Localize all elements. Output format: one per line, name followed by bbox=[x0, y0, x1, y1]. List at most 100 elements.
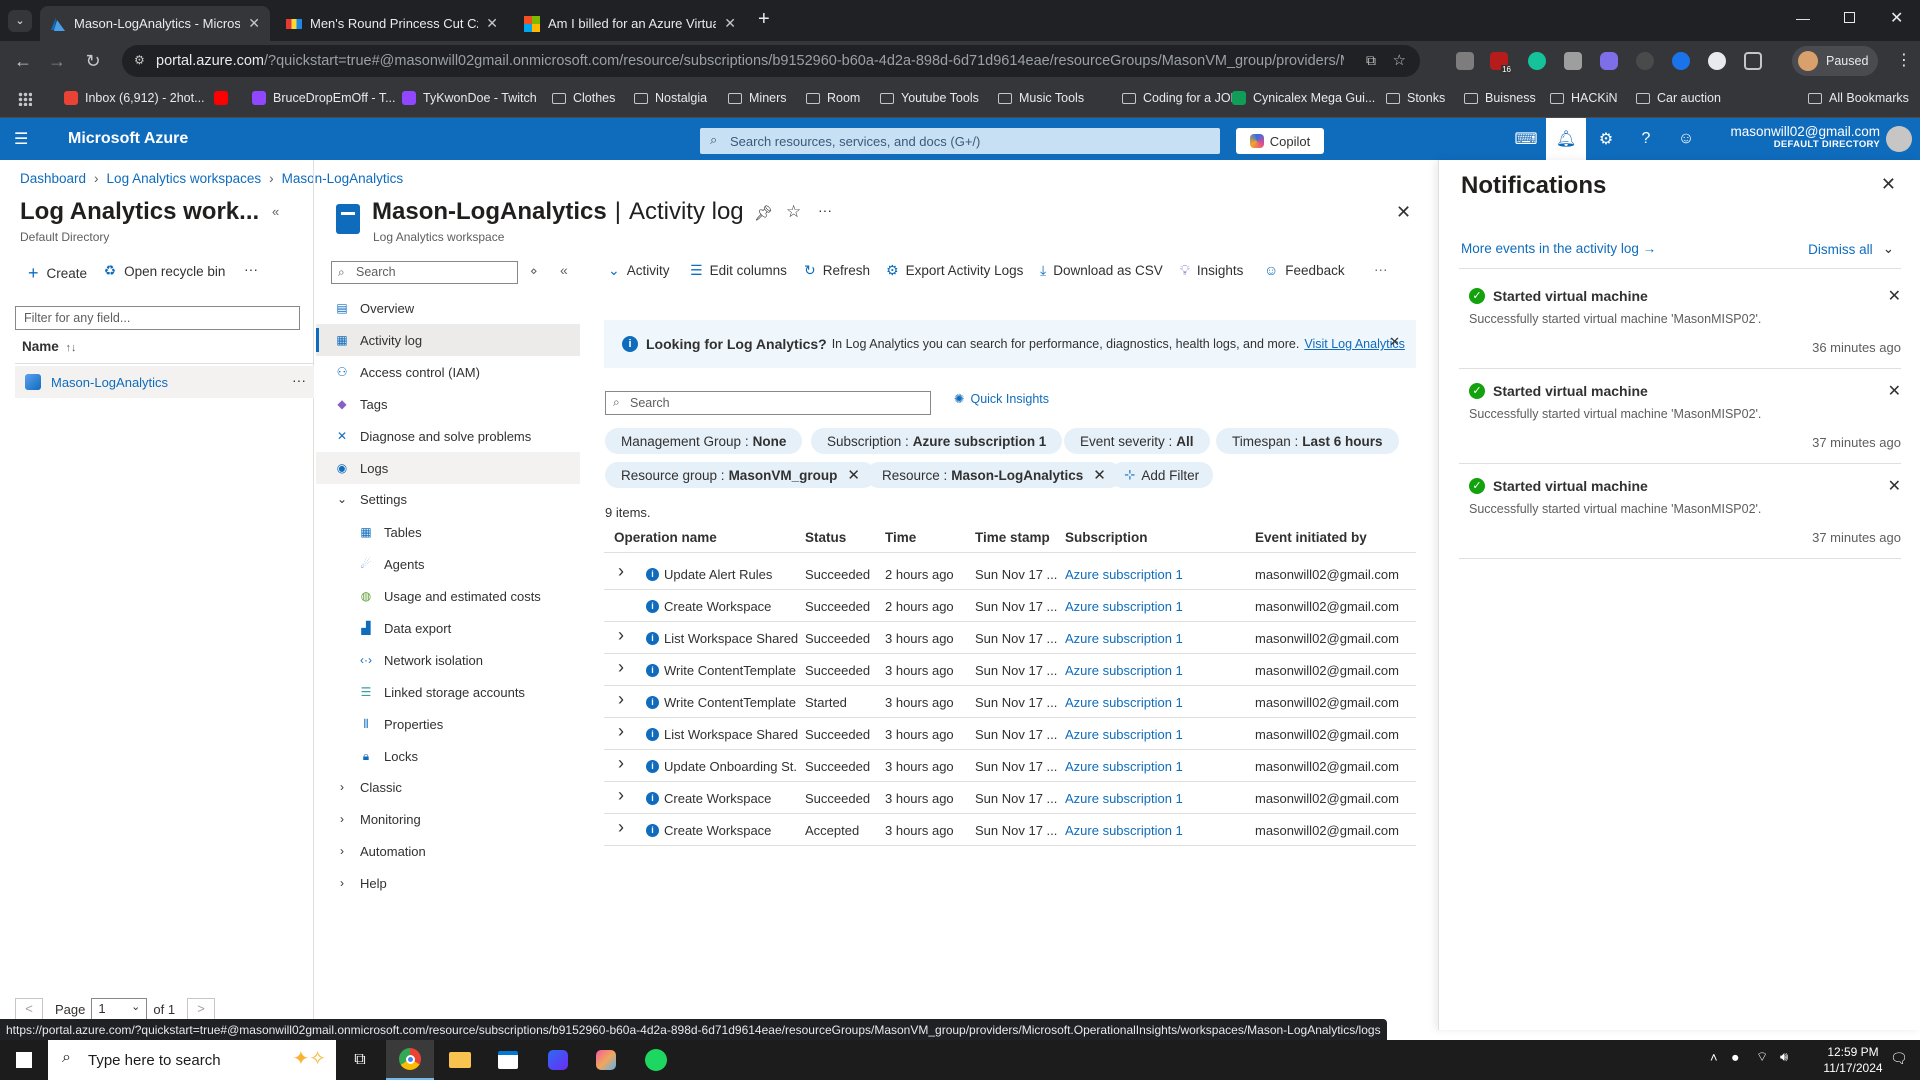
notifications-bell-icon[interactable]: 🔔︎ bbox=[1546, 118, 1586, 160]
bookmark-item[interactable] bbox=[214, 91, 235, 105]
cloud-shell-icon[interactable]: ⌨ bbox=[1506, 118, 1546, 160]
network-icon[interactable]: ⌔ bbox=[1756, 1049, 1768, 1065]
install-app-icon[interactable]: ⧉ bbox=[1366, 52, 1376, 69]
cell-subscription-link[interactable]: Azure subscription 1 bbox=[1065, 791, 1183, 806]
cell-subscription-link[interactable]: Azure subscription 1 bbox=[1065, 759, 1183, 774]
more-options-icon[interactable]: ··· bbox=[1374, 262, 1388, 277]
filter-chip[interactable]: Timespan : Last 6 hours bbox=[1216, 428, 1399, 454]
table-row[interactable]: › i Update Alert Rules Succeeded 2 hours ago… bbox=[604, 558, 1416, 590]
cell-subscription-link[interactable]: Azure subscription 1 bbox=[1065, 727, 1183, 742]
url-field[interactable]: ⚙ portal.azure.com/?quickstart=true#@mas… bbox=[122, 45, 1420, 77]
table-row[interactable]: › i Create Workspace Succeeded 3 hours ago Su… bbox=[604, 782, 1416, 814]
bookmark-item[interactable]: Clothes bbox=[552, 91, 615, 105]
page-select[interactable]: 1 ⌄ bbox=[91, 998, 148, 1020]
extension-badge-icon[interactable]: 16 bbox=[1490, 52, 1512, 74]
cell-subscription-link[interactable]: Azure subscription 1 bbox=[1065, 695, 1183, 710]
menu-item-access-control-iam[interactable]: ⚇ Access control (IAM) bbox=[316, 356, 580, 388]
browser-tab-ring[interactable]: Men's Round Princess Cut Cz 9 ✕ bbox=[276, 6, 508, 41]
remove-filter-icon[interactable]: ✕ bbox=[847, 466, 860, 484]
column-header-time[interactable]: Time bbox=[885, 530, 916, 545]
menu-item-network-isolation[interactable]: ‹·› Network isolation bbox=[316, 644, 580, 676]
menu-item-tables[interactable]: ▦ Tables bbox=[316, 516, 580, 548]
close-icon[interactable]: ✕ bbox=[1888, 381, 1901, 401]
expand-row-icon[interactable]: › bbox=[618, 657, 624, 678]
bookmark-item[interactable]: Car auction bbox=[1636, 91, 1721, 105]
help-icon[interactable]: ? bbox=[1626, 118, 1666, 160]
extension-discord-icon[interactable] bbox=[1600, 52, 1618, 70]
extensions-puzzle-icon[interactable] bbox=[1744, 52, 1762, 70]
menu-item-agents[interactable]: ☄ Agents bbox=[316, 548, 580, 580]
bookmark-item[interactable]: TyKwonDoe - Twitch bbox=[402, 91, 537, 105]
column-header-initiated-by[interactable]: Event initiated by bbox=[1255, 530, 1367, 545]
task-view-icon[interactable]: ⧉ bbox=[336, 1040, 384, 1080]
filter-chip[interactable]: Management Group : None bbox=[605, 428, 803, 454]
app-icon[interactable] bbox=[534, 1040, 582, 1080]
extension-blue-icon[interactable] bbox=[1672, 52, 1690, 70]
apps-grid-icon[interactable] bbox=[18, 92, 32, 106]
feedback-icon[interactable]: ☺ bbox=[1666, 118, 1706, 160]
remove-filter-icon[interactable]: ✕ bbox=[1093, 466, 1106, 484]
menu-item-properties[interactable]: ⦀ Properties bbox=[316, 708, 580, 740]
expand-row-icon[interactable]: › bbox=[618, 817, 624, 838]
close-window-icon[interactable]: ✕ bbox=[1890, 8, 1903, 28]
open-recycle-bin-button[interactable]: ♻ Open recycle bin bbox=[104, 263, 225, 279]
browser-tab-microsoft[interactable]: Am I billed for an Azure Virtual ✕ bbox=[514, 6, 746, 41]
bookmark-star-icon[interactable]: ☆ bbox=[1393, 51, 1406, 69]
close-icon[interactable]: ✕ bbox=[724, 15, 736, 32]
table-row[interactable]: › i Write ContentTemplate Succeeded 3 hours … bbox=[604, 654, 1416, 686]
expand-row-icon[interactable]: › bbox=[618, 753, 624, 774]
column-header-timestamp[interactable]: Time stamp bbox=[975, 530, 1050, 545]
table-row[interactable]: › i Update Onboarding St. Succeeded 3 hours … bbox=[604, 750, 1416, 782]
collapse-pane-icon[interactable]: « bbox=[272, 204, 279, 219]
menu-item-locks[interactable]: 🔒︎ Locks bbox=[316, 740, 580, 772]
extension-dark-icon[interactable] bbox=[1636, 52, 1654, 70]
create-button[interactable]: + Create bbox=[28, 263, 87, 284]
hamburger-menu-icon[interactable]: ☰ bbox=[14, 129, 28, 149]
bookmark-item[interactable]: Coding for a JOB bbox=[1122, 91, 1239, 105]
refresh-button[interactable]: ↻ Refresh bbox=[804, 262, 870, 279]
activity-search-input[interactable]: ⌕ Search bbox=[605, 391, 931, 415]
copilot-button[interactable]: Copilot bbox=[1236, 128, 1324, 154]
menu-item-help[interactable]: › Help bbox=[316, 867, 580, 899]
feedback-button[interactable]: ☺ Feedback bbox=[1264, 262, 1345, 278]
bookmark-item[interactable]: Cynicalex Mega Gui... bbox=[1232, 91, 1375, 105]
pin-icon[interactable]: 📌︎ bbox=[754, 204, 773, 222]
expand-row-icon[interactable]: › bbox=[618, 689, 624, 710]
more-options-icon[interactable]: ··· bbox=[292, 372, 306, 388]
grammarly-icon[interactable] bbox=[1528, 52, 1546, 70]
file-explorer-icon[interactable] bbox=[436, 1040, 484, 1080]
column-header-status[interactable]: Status bbox=[805, 530, 846, 545]
more-options-icon[interactable]: ··· bbox=[818, 202, 832, 218]
menu-item-classic[interactable]: › Classic bbox=[316, 771, 580, 803]
insights-button[interactable]: 💡︎ Insights bbox=[1180, 262, 1243, 279]
expand-row-icon[interactable]: › bbox=[618, 785, 624, 806]
settings-gear-icon[interactable]: ⚙ bbox=[1586, 118, 1626, 160]
menu-search-input[interactable]: ⌕ Search bbox=[331, 261, 518, 284]
export-activity-logs-button[interactable]: ⚙ Export Activity Logs bbox=[886, 262, 1023, 279]
menu-item-overview[interactable]: ▤ Overview bbox=[316, 292, 580, 324]
menu-item-diagnose-and-solve-problems[interactable]: ✕ Diagnose and solve problems bbox=[316, 420, 580, 452]
browser-tab-azure[interactable]: Mason-LogAnalytics - Microsof ✕ bbox=[40, 6, 270, 41]
bookmark-item[interactable]: Buisness bbox=[1464, 91, 1536, 105]
list-item-label[interactable]: Mason-LogAnalytics bbox=[51, 375, 168, 390]
volume-icon[interactable]: 🔊︎ bbox=[1780, 1049, 1788, 1065]
extension-k-icon[interactable] bbox=[1564, 52, 1582, 70]
edit-columns-button[interactable]: ☰ Edit columns bbox=[690, 262, 787, 279]
bookmark-item[interactable]: Stonks bbox=[1386, 91, 1445, 105]
add-filter-button[interactable]: ⊹ Add Filter bbox=[1110, 462, 1214, 488]
cell-subscription-link[interactable]: Azure subscription 1 bbox=[1065, 823, 1183, 838]
menu-item-monitoring[interactable]: › Monitoring bbox=[316, 803, 580, 835]
bookmark-item[interactable]: Miners bbox=[728, 91, 787, 105]
close-icon[interactable]: ✕ bbox=[1888, 286, 1901, 306]
browser-menu-icon[interactable]: ⋮ bbox=[1896, 50, 1912, 70]
menu-item-settings[interactable]: ⌄ Settings bbox=[316, 483, 580, 515]
clock[interactable]: 12:59 PM 11/17/2024 bbox=[1820, 1044, 1886, 1076]
activity-dropdown-button[interactable]: ⌄ Activity bbox=[608, 262, 670, 279]
store-icon[interactable] bbox=[484, 1040, 532, 1080]
dismiss-all-button[interactable]: Dismiss all ⌄ bbox=[1808, 241, 1894, 257]
tray-chevron-icon[interactable]: ˄ bbox=[1710, 1050, 1718, 1065]
more-events-link[interactable]: More events in the activity log → bbox=[1461, 241, 1656, 256]
table-row[interactable]: › i List Workspace Shared Succeeded 3 hours … bbox=[604, 718, 1416, 750]
site-info-icon[interactable]: ⚙ bbox=[134, 53, 145, 67]
global-search-input[interactable]: ⌕ Search resources, services, and docs (… bbox=[700, 128, 1220, 154]
